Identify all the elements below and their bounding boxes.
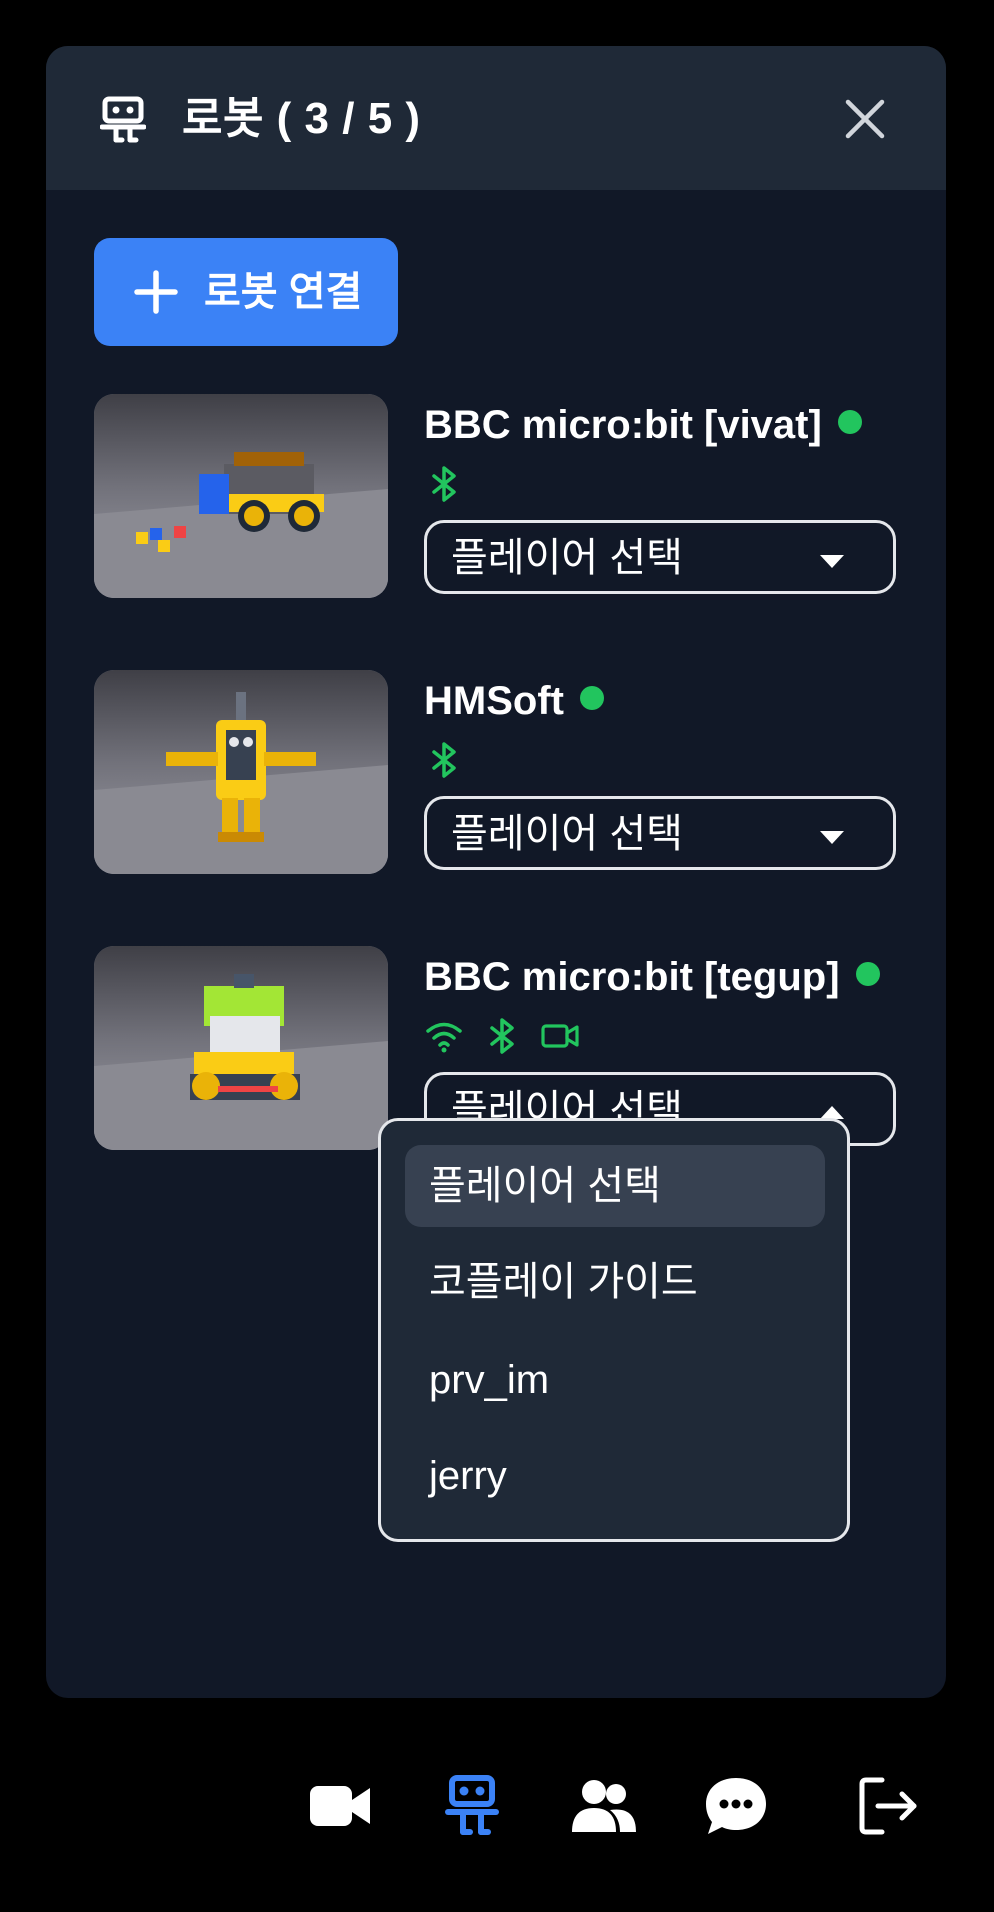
robot-name: HMSoft	[424, 676, 604, 726]
plus-icon	[134, 270, 178, 314]
player-select-value: 플레이어 선택	[451, 536, 683, 580]
video-icon	[541, 1024, 579, 1048]
status-dot	[579, 686, 604, 710]
dropdown-option[interactable]: 플레이어 선택	[405, 1145, 825, 1227]
connection-icons	[424, 740, 482, 780]
users-icon[interactable]	[570, 1774, 638, 1838]
video-icon[interactable]	[306, 1774, 374, 1838]
bluetooth-icon	[432, 466, 456, 502]
app-frame: 로봇 ( 3 / 5 ) 로봇 연결 BBC micro:bit [vivat]…	[0, 0, 994, 1912]
status-dot	[855, 962, 880, 986]
player-dropdown-menu: 플레이어 선택 코플레이 가이드 prv_im jerry	[378, 1118, 850, 1542]
robot-name-text: BBC micro:bit [vivat]	[424, 403, 822, 447]
dropdown-option-label: prv_im	[429, 1358, 550, 1402]
dropdown-option-label: 플레이어 선택	[429, 1164, 661, 1208]
caret-down-icon	[820, 831, 844, 844]
dropdown-option-label: jerry	[429, 1454, 507, 1498]
player-select[interactable]: 플레이어 선택	[424, 796, 896, 870]
wifi-icon	[426, 1022, 462, 1053]
robot-name-text: HMSoft	[424, 679, 564, 723]
bottom-nav	[0, 1760, 994, 1852]
robot-name: BBC micro:bit [tegup]	[424, 952, 880, 1002]
robot-name: BBC micro:bit [vivat]	[424, 400, 862, 450]
robot-icon	[100, 96, 146, 143]
connect-robot-label: 로봇 연결	[204, 270, 363, 314]
robot-card: BBC micro:bit [vivat] 플레이어 선택	[94, 394, 900, 598]
caret-down-icon	[820, 555, 844, 568]
status-dot	[837, 410, 862, 434]
panel-header: 로봇 ( 3 / 5 )	[46, 46, 946, 190]
connection-icons	[424, 464, 482, 504]
robot-name-text: BBC micro:bit [tegup]	[424, 955, 840, 999]
robot-thumbnail	[94, 946, 388, 1150]
chat-icon[interactable]	[702, 1774, 770, 1838]
robot-icon[interactable]	[438, 1774, 506, 1838]
connection-icons	[424, 1016, 598, 1056]
dropdown-option[interactable]: 코플레이 가이드	[405, 1241, 825, 1323]
dropdown-option[interactable]: prv_im	[405, 1339, 825, 1421]
player-select[interactable]: 플레이어 선택	[424, 520, 896, 594]
panel-title: 로봇 ( 3 / 5 )	[182, 94, 421, 143]
connect-robot-button[interactable]: 로봇 연결	[94, 238, 398, 346]
robot-thumbnail	[94, 394, 388, 598]
player-select-value: 플레이어 선택	[451, 812, 683, 856]
dropdown-option-label: 코플레이 가이드	[429, 1260, 698, 1304]
logout-icon[interactable]	[856, 1774, 924, 1838]
dropdown-option[interactable]: jerry	[405, 1435, 825, 1517]
robot-card: HMSoft 플레이어 선택	[94, 670, 900, 874]
bluetooth-icon	[490, 1018, 514, 1054]
robot-thumbnail	[94, 670, 388, 874]
bluetooth-icon	[432, 742, 456, 778]
close-icon[interactable]	[842, 96, 888, 142]
